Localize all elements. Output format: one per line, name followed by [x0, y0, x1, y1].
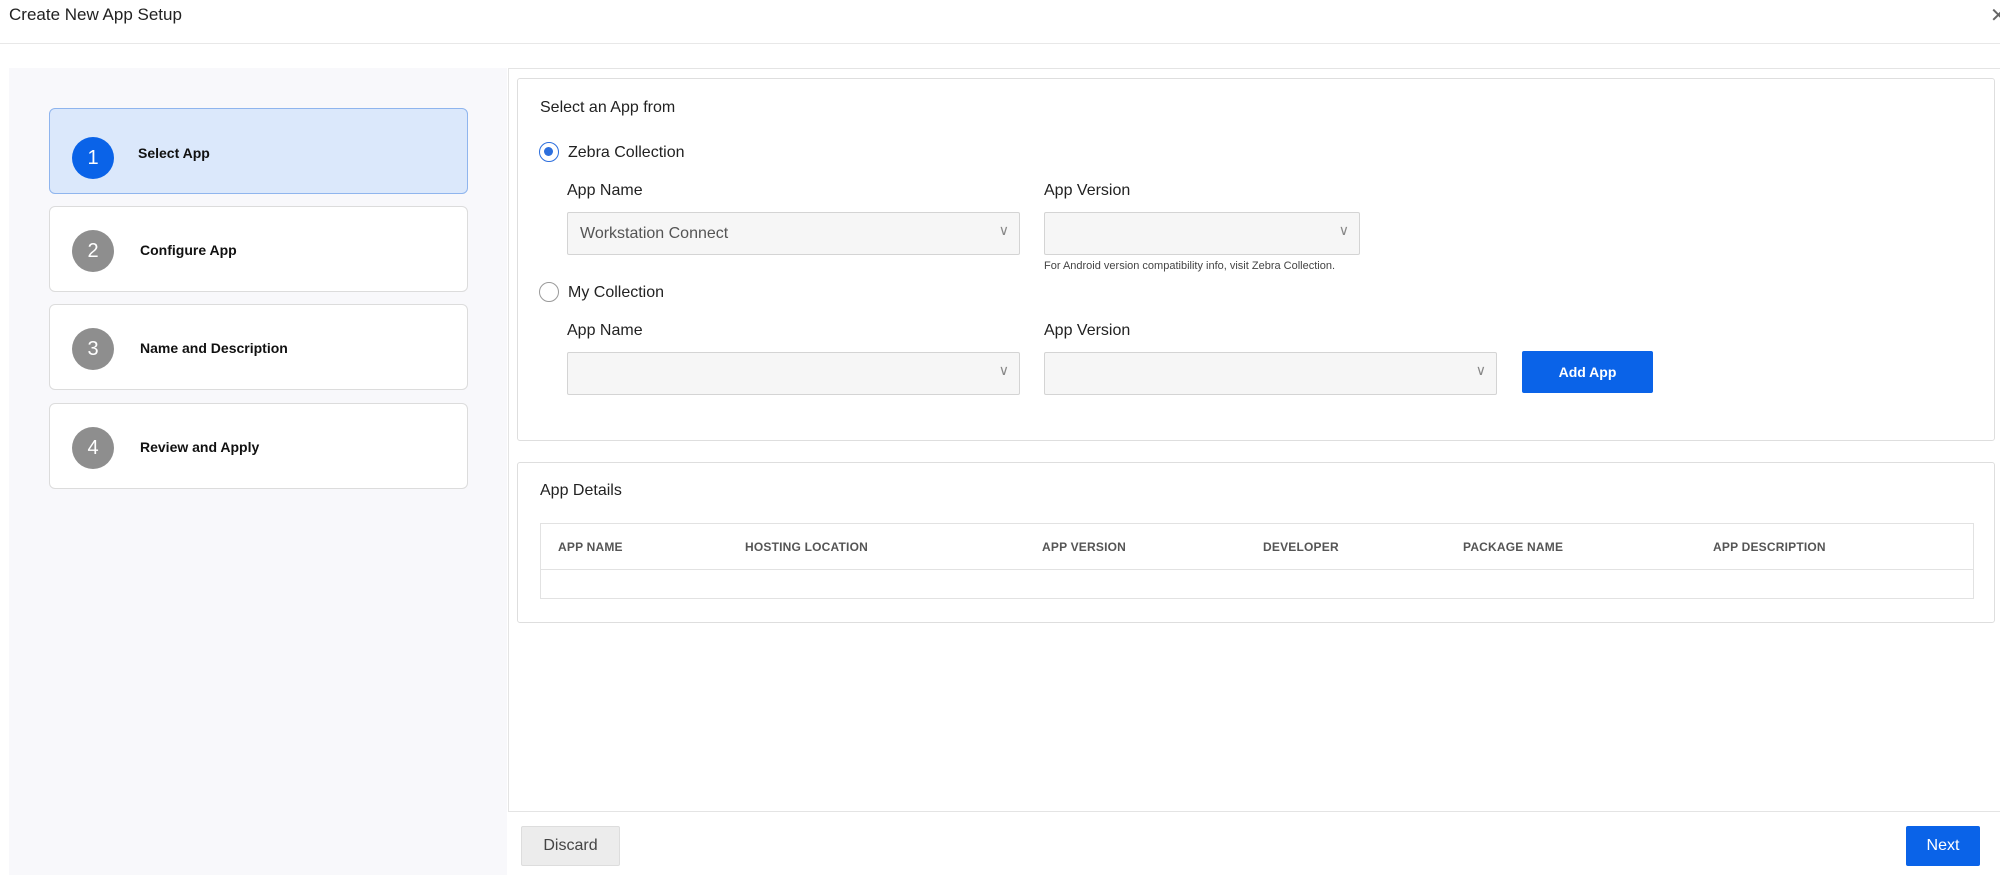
step-label: Name and Description — [140, 340, 288, 356]
dialog-title: Create New App Setup — [9, 5, 182, 24]
next-button[interactable]: Next — [1906, 826, 1980, 866]
app-details-table: APP NAME HOSTING LOCATION APP VERSION DE… — [540, 523, 1974, 599]
zebra-collection-label: Zebra Collection — [568, 144, 685, 161]
my-app-name-select[interactable]: ∨ — [567, 352, 1020, 395]
step-label: Select App — [138, 145, 210, 161]
step-name-and-description[interactable]: 3 Name and Description — [49, 304, 468, 390]
chevron-down-icon: ∨ — [998, 222, 1009, 238]
step-label: Configure App — [140, 242, 237, 258]
zebra-app-name-select[interactable]: Workstation Connect ∨ — [567, 212, 1020, 255]
app-details-title: App Details — [540, 482, 622, 499]
step-number-badge: 4 — [72, 427, 114, 469]
chevron-down-icon: ∨ — [1338, 222, 1349, 238]
step-number-badge: 2 — [72, 230, 114, 272]
column-header-app-version[interactable]: APP VERSION — [1042, 540, 1126, 554]
step-number-badge: 3 — [72, 328, 114, 370]
my-app-version-label: App Version — [1044, 322, 1131, 339]
my-collection-label: My Collection — [568, 284, 665, 301]
step-select-app[interactable]: 1 Select App — [49, 108, 468, 194]
my-app-version-select[interactable]: ∨ — [1044, 352, 1497, 395]
chevron-down-icon: ∨ — [998, 362, 1009, 378]
app-details-card: App Details APP NAME HOSTING LOCATION AP… — [517, 462, 1995, 623]
select-app-title: Select an App from — [540, 99, 676, 116]
column-header-package-name[interactable]: PACKAGE NAME — [1463, 540, 1563, 554]
close-icon[interactable]: ✕ — [1990, 3, 2000, 28]
stepper-panel: 1 Select App 2 Configure App 3 Name and … — [9, 68, 507, 875]
zebra-app-name-label: App Name — [567, 182, 643, 199]
step-label: Review and Apply — [140, 439, 260, 455]
step-configure-app[interactable]: 2 Configure App — [49, 206, 468, 292]
add-app-button[interactable]: Add App — [1522, 351, 1653, 393]
chevron-down-icon: ∨ — [1475, 362, 1486, 378]
my-app-name-label: App Name — [567, 322, 643, 339]
column-header-developer[interactable]: DEVELOPER — [1263, 540, 1339, 554]
zebra-app-version-select[interactable]: ∨ — [1044, 212, 1360, 255]
android-compatibility-hint: For Android version compatibility info, … — [1044, 260, 1336, 272]
column-header-hosting-location[interactable]: HOSTING LOCATION — [745, 540, 868, 554]
dialog-header: Create New App Setup ✕ — [0, 0, 2000, 44]
step-number-badge: 1 — [72, 137, 114, 179]
zebra-app-name-value: Workstation Connect — [580, 225, 729, 242]
select-app-card: Select an App from Zebra Collection App … — [517, 78, 1995, 441]
table-header-row: APP NAME HOSTING LOCATION APP VERSION DE… — [541, 524, 1973, 570]
my-collection-radio[interactable] — [539, 282, 559, 302]
discard-button[interactable]: Discard — [521, 826, 620, 866]
step-review-and-apply[interactable]: 4 Review and Apply — [49, 403, 468, 489]
column-header-app-name[interactable]: APP NAME — [558, 540, 623, 554]
zebra-app-version-label: App Version — [1044, 182, 1131, 199]
column-header-app-description[interactable]: APP DESCRIPTION — [1713, 540, 1826, 554]
zebra-collection-radio[interactable] — [539, 142, 559, 162]
